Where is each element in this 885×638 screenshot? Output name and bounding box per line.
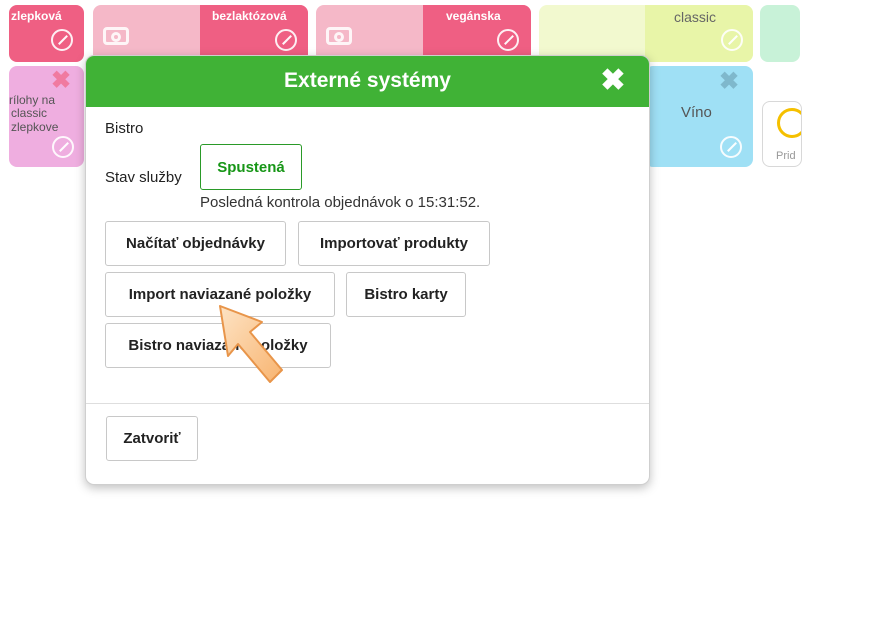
tile-mint[interactable] [760,5,800,62]
service-status-badge[interactable]: Spustená [200,144,302,190]
system-name: Bistro [105,120,144,137]
last-check-text: Posledná kontrola objednávok o 15:31:52. [200,194,481,211]
load-orders-button[interactable]: Načítať objednávky [105,221,286,266]
edit-icon[interactable] [720,136,742,158]
tile-label: vegánska [446,9,501,23]
tile-bezlaktozova[interactable]: bezlaktózová [93,5,308,62]
tile-prilohy[interactable]: ✖ rílohy na classic zlepkove [9,66,84,167]
delete-icon[interactable]: ✖ [51,69,71,93]
add-tile[interactable]: Prid [762,101,802,167]
dialog-title: Externé systémy [284,69,451,92]
edit-icon[interactable] [497,29,519,51]
tile-zlepkova[interactable]: zlepková [9,5,84,62]
tile-vino[interactable]: ✖ Víno [645,66,753,167]
dialog-divider [86,403,649,404]
edit-icon[interactable] [51,29,73,51]
edit-icon[interactable] [721,29,743,51]
external-systems-dialog: Externé systémy ✖ Bistro Stav služby Spu… [85,55,650,485]
tile-classic[interactable]: classic [539,5,753,62]
add-icon[interactable] [777,108,801,138]
bistro-cards-button[interactable]: Bistro karty [346,272,466,317]
dialog-header: Externé systémy ✖ [86,56,649,107]
pointer-arrow-icon [219,305,283,383]
service-state-label: Stav služby [105,169,182,186]
tile-veganska[interactable]: vegánska [316,5,531,62]
edit-icon[interactable] [275,29,297,51]
camera-icon[interactable] [326,27,352,45]
tile-label: bezlaktózová [212,9,287,23]
close-button[interactable]: Zatvoriť [106,416,198,461]
camera-icon[interactable] [103,27,129,45]
tile-label: classic [11,106,48,120]
add-label: Prid [776,150,796,162]
tile-label: zlepkove [11,120,59,134]
close-icon[interactable]: ✖ [598,66,628,96]
tile-label: classic [674,9,717,25]
tile-label: zlepková [11,9,62,23]
delete-icon[interactable]: ✖ [719,70,739,94]
edit-icon[interactable] [52,136,74,158]
tile-label: rílohy na [9,93,56,107]
import-products-button[interactable]: Importovať produkty [298,221,490,266]
tile-label: Víno [681,104,712,121]
